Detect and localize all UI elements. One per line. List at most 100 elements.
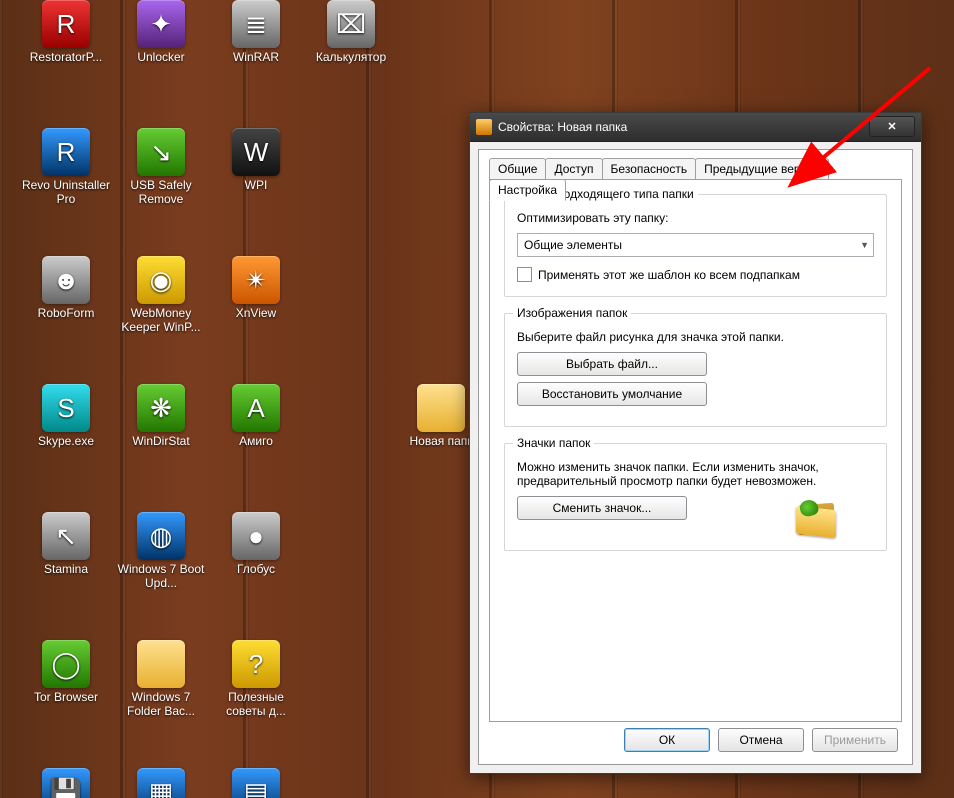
app-icon: ◍ — [137, 512, 185, 560]
app-icon: ≣ — [232, 0, 280, 48]
app-icon: ❋ — [137, 384, 185, 432]
desktop-icon[interactable]: ◍Windows 7 Boot Upd... — [115, 512, 207, 590]
tab-page-customize: Выбор подходящего типа папки Оптимизиров… — [489, 179, 902, 722]
app-icon: W — [232, 128, 280, 176]
tab-Доступ[interactable]: Доступ — [545, 158, 602, 179]
app-icon: 💾 — [42, 768, 90, 798]
app-icon: S — [42, 384, 90, 432]
desktop-icon[interactable]: ● Глобус — [210, 512, 302, 576]
folder-icon — [476, 119, 492, 135]
desktop-icon[interactable]: ▤ — [210, 768, 302, 798]
app-icon — [417, 384, 465, 432]
app-icon: ☻ — [42, 256, 90, 304]
tab-Настройка[interactable]: Настройка — [489, 179, 566, 201]
close-button[interactable]: ✕ — [869, 116, 915, 137]
restore-default-button[interactable]: Восстановить умолчание — [517, 382, 707, 406]
chevron-down-icon: ▼ — [860, 240, 869, 250]
ok-button[interactable]: ОК — [624, 728, 710, 752]
folder-preview-icon — [796, 500, 838, 538]
desktop-icon[interactable]: ▦ — [115, 768, 207, 798]
app-icon — [137, 640, 185, 688]
group-folder-type: Выбор подходящего типа папки Оптимизиров… — [504, 194, 887, 297]
app-icon: ◉ — [137, 256, 185, 304]
checkbox-box — [517, 267, 532, 282]
desktop: R RestoratorP... ✦ Unlocker ≣ WinRAR ⌧ Калькуля… — [0, 0, 954, 798]
icon-label: Windows 7 Boot Upd... — [115, 562, 207, 590]
app-icon: ✴ — [232, 256, 280, 304]
combo-value: Общие элементы — [524, 238, 622, 252]
desktop-icon[interactable]: ↘USB Safely Remove — [115, 128, 207, 206]
apply-to-subfolders-checkbox[interactable]: Применять этот же шаблон ко всем подпапк… — [517, 267, 874, 282]
tab-Безопасность[interactable]: Безопасность — [602, 158, 697, 179]
change-icon-button[interactable]: Сменить значок... — [517, 496, 687, 520]
optimize-combo[interactable]: Общие элементы ▼ — [517, 233, 874, 257]
dialog-title: Свойства: Новая папка — [498, 120, 627, 134]
choose-file-button[interactable]: Выбрать файл... — [517, 352, 707, 376]
icon-label: USB Safely Remove — [115, 178, 207, 206]
icon-label: RoboForm — [20, 306, 112, 320]
group-folder-pictures: Изображения папок Выберите файл рисунка … — [504, 313, 887, 427]
icon-label: Windows 7 Folder Bac... — [115, 690, 207, 718]
tab-Общие[interactable]: Общие — [489, 158, 546, 179]
icon-label: WebMoney Keeper WinP... — [115, 306, 207, 334]
dialog-titlebar[interactable]: Свойства: Новая папка ✕ — [470, 113, 921, 142]
desktop-icon[interactable]: ☻ RoboForm — [20, 256, 112, 320]
group-text: Выберите файл рисунка для значка этой па… — [517, 330, 874, 344]
app-icon: ▤ — [232, 768, 280, 798]
tab-strip: ОбщиеДоступБезопасностьПредыдущие версии… — [489, 158, 902, 180]
app-icon: ↖ — [42, 512, 90, 560]
group-label: Изображения папок — [513, 306, 631, 320]
dialog-button-row: ОК Отмена Применить — [479, 728, 912, 754]
desktop-icon[interactable]: ❋ WinDirStat — [115, 384, 207, 448]
icon-label: Stamina — [20, 562, 112, 576]
app-icon: ▦ — [137, 768, 185, 798]
icon-label: WPI — [210, 178, 302, 192]
desktop-icon[interactable]: ◉WebMoney Keeper WinP... — [115, 256, 207, 334]
desktop-icon[interactable]: ⌧ Калькулятор — [305, 0, 397, 64]
app-icon: R — [42, 0, 90, 48]
group-text: Можно изменить значок папки. Если измени… — [517, 460, 837, 488]
app-icon: ● — [232, 512, 280, 560]
desktop-icon[interactable]: ◯ Tor Browser — [20, 640, 112, 704]
desktop-icon[interactable]: SSkype.exe — [20, 384, 112, 448]
icon-label: WinDirStat — [115, 434, 207, 448]
icon-label: Амиго — [210, 434, 302, 448]
desktop-icon[interactable]: ?Полезные советы д... — [210, 640, 302, 718]
desktop-icon[interactable]: RRevo Uninstaller Pro — [20, 128, 112, 206]
icon-label: Unlocker — [115, 50, 207, 64]
properties-dialog: Свойства: Новая папка ✕ ОбщиеДоступБезоп… — [469, 112, 922, 774]
icon-label: XnView — [210, 306, 302, 320]
close-icon: ✕ — [887, 120, 896, 133]
desktop-icon[interactable]: ≣ WinRAR — [210, 0, 302, 64]
apply-button[interactable]: Применить — [812, 728, 898, 752]
optimize-label: Оптимизировать эту папку: — [517, 211, 874, 225]
group-label: Значки папок — [513, 436, 594, 450]
icon-label: WinRAR — [210, 50, 302, 64]
icon-label: Полезные советы д... — [210, 690, 302, 718]
tab-Предыдущие версии[interactable]: Предыдущие версии — [695, 158, 829, 179]
cancel-button[interactable]: Отмена — [718, 728, 804, 752]
icon-label: Глобус — [210, 562, 302, 576]
desktop-icon[interactable]: А Амиго — [210, 384, 302, 448]
desktop-icon[interactable]: W WPI — [210, 128, 302, 192]
icon-label: Tor Browser — [20, 690, 112, 704]
group-folder-icons: Значки папок Можно изменить значок папки… — [504, 443, 887, 551]
desktop-icon[interactable]: ✦ Unlocker — [115, 0, 207, 64]
icon-label: RestoratorP... — [20, 50, 112, 64]
icon-label: Revo Uninstaller Pro — [20, 178, 112, 206]
desktop-icon[interactable]: 💾 — [20, 768, 112, 798]
checkbox-label: Применять этот же шаблон ко всем подпапк… — [538, 268, 800, 282]
dialog-body: ОбщиеДоступБезопасностьПредыдущие версии… — [478, 149, 913, 765]
app-icon: ◯ — [42, 640, 90, 688]
app-icon: ↘ — [137, 128, 185, 176]
desktop-icon[interactable]: ↖ Stamina — [20, 512, 112, 576]
desktop-icon[interactable]: ✴ XnView — [210, 256, 302, 320]
icon-label: Калькулятор — [305, 50, 397, 64]
app-icon: R — [42, 128, 90, 176]
app-icon: А — [232, 384, 280, 432]
desktop-icon[interactable]: Windows 7 Folder Bac... — [115, 640, 207, 718]
desktop-icon[interactable]: R RestoratorP... — [20, 0, 112, 64]
app-icon: ✦ — [137, 0, 185, 48]
app-icon: ? — [232, 640, 280, 688]
app-icon: ⌧ — [327, 0, 375, 48]
